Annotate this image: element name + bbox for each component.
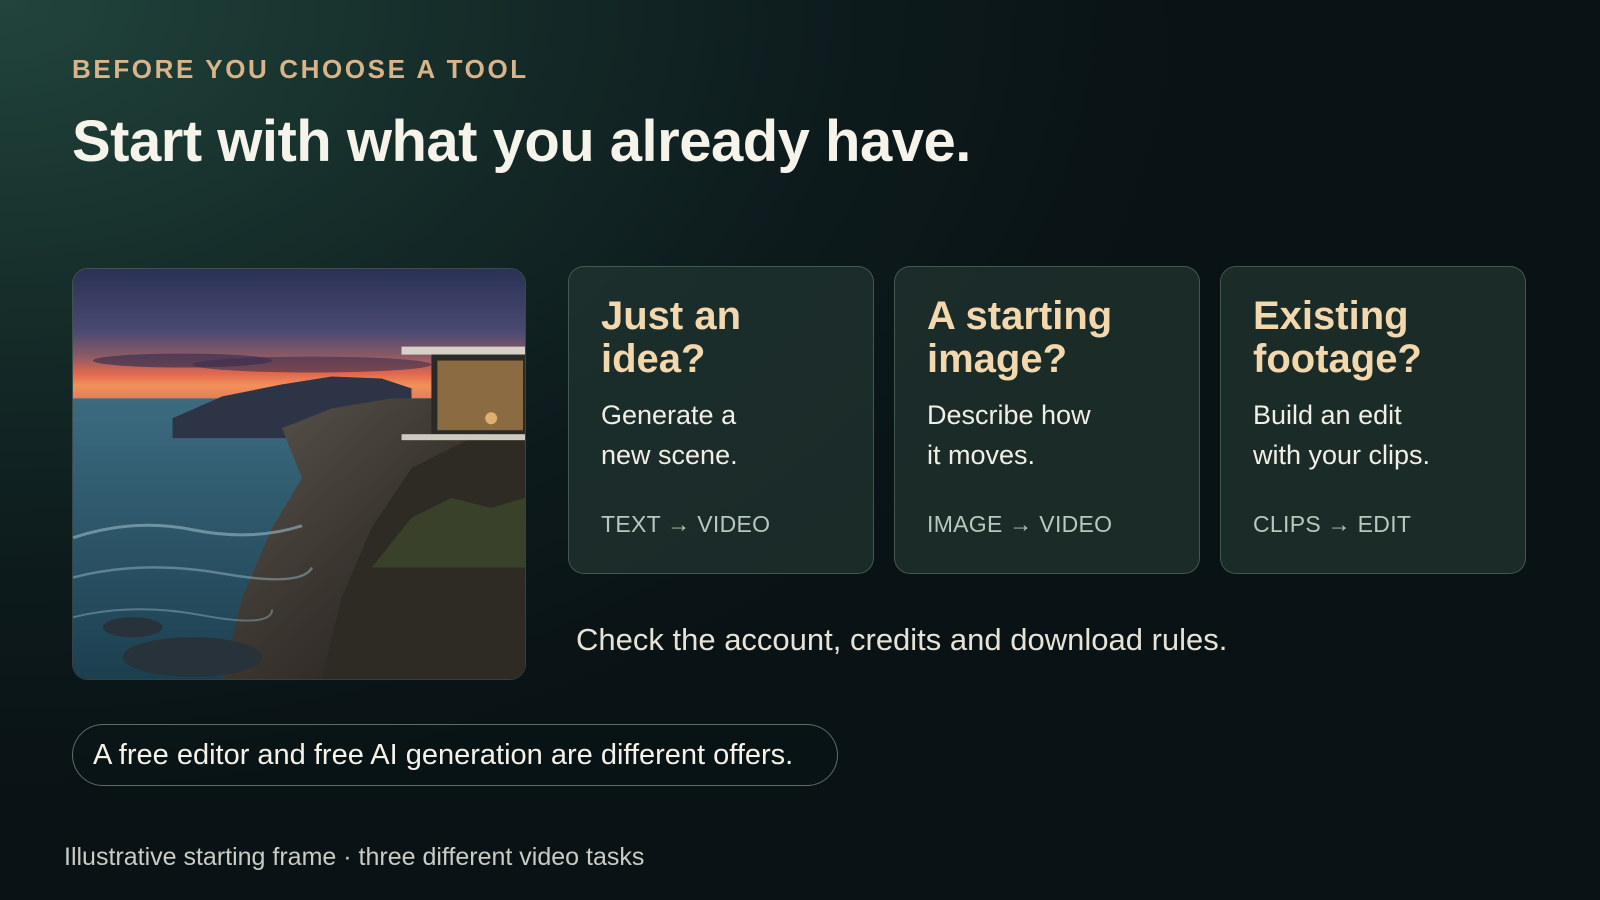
page-title: Start with what you already have.: [72, 109, 971, 174]
card-description: Build an edit with your clips.: [1253, 400, 1431, 470]
card-description: Describe how it moves.: [927, 400, 1091, 470]
card-title: Just an idea?: [601, 294, 742, 381]
card-tag: IMAGE → VIDEO: [927, 511, 1113, 537]
card-tag: TEXT → VIDEO: [601, 511, 771, 537]
card-description: Generate a new scene.: [601, 400, 738, 470]
eyebrow-label: BEFORE YOU CHOOSE A TOOL: [72, 54, 529, 84]
card-clips-to-edit[interactable]: Existing footage? Build an edit with you…: [1220, 266, 1526, 574]
starting-frame-image: [72, 268, 526, 680]
card-image-to-video[interactable]: A starting image? Describe how it moves.…: [894, 266, 1200, 574]
card-tag: CLIPS → EDIT: [1253, 511, 1412, 537]
card-title: A starting image?: [927, 294, 1113, 381]
card-text-to-video[interactable]: Just an idea? Generate a new scene. TEXT…: [568, 266, 874, 574]
offers-note-pill: A free editor and free AI generation are…: [72, 724, 838, 786]
footer-caption: Illustrative starting frame · three diff…: [64, 843, 645, 871]
card-title: Existing footage?: [1253, 294, 1422, 381]
rules-note: Check the account, credits and download …: [576, 622, 1228, 657]
coastal-cliff-house-photo: [73, 269, 525, 679]
